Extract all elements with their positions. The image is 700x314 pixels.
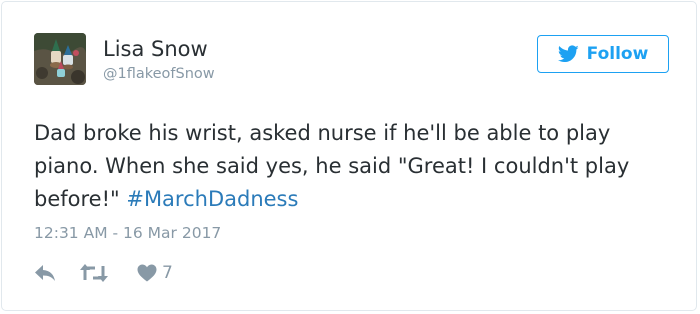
tweet-text: Dad broke his wrist, asked nurse if he'l… bbox=[34, 117, 664, 216]
reply-icon bbox=[35, 265, 55, 281]
avatar[interactable] bbox=[34, 33, 86, 85]
like-count: 7 bbox=[162, 263, 173, 283]
follow-label: Follow bbox=[586, 44, 649, 64]
heart-icon bbox=[137, 264, 157, 282]
follow-button[interactable]: Follow bbox=[537, 35, 669, 73]
tweet-timestamp[interactable]: 12:31 AM - 16 Mar 2017 bbox=[34, 223, 221, 243]
reply-button[interactable] bbox=[34, 261, 56, 285]
user-handle[interactable]: @1flakeofSnow bbox=[103, 65, 215, 83]
hashtag-link[interactable]: #MarchDadness bbox=[126, 187, 298, 211]
user-name[interactable]: Lisa Snow bbox=[103, 36, 208, 62]
tweet-body: Dad broke his wrist, asked nurse if he'l… bbox=[34, 121, 630, 211]
like-button[interactable]: 7 bbox=[137, 261, 173, 285]
twitter-bird-icon bbox=[557, 45, 579, 63]
tweet-card: Lisa Snow @1flakeofSnow Follow Dad broke… bbox=[1, 1, 697, 311]
garden-gnome-avatar-icon bbox=[34, 33, 86, 85]
retweet-button[interactable] bbox=[80, 261, 108, 285]
retweet-icon bbox=[80, 264, 108, 282]
